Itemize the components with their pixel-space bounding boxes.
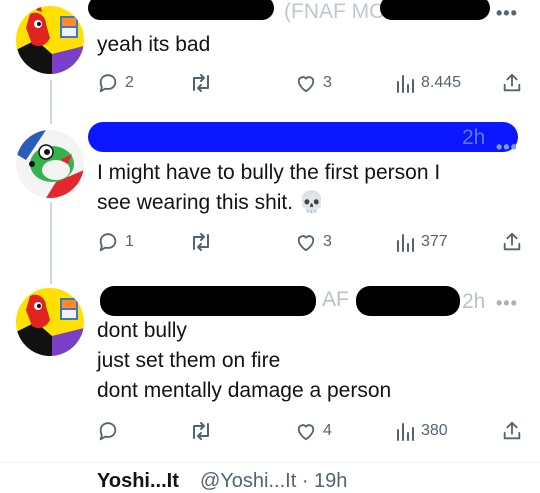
- avatar[interactable]: [16, 6, 84, 74]
- views-button[interactable]: 8.445: [395, 70, 461, 96]
- tweet-time: 2h: [462, 126, 486, 149]
- repost-icon: [193, 422, 209, 440]
- views-count: 8.445: [421, 74, 462, 91]
- next-tweet-handle: @Yoshi...It · 19h: [200, 470, 348, 492]
- views-button[interactable]: 377: [395, 229, 448, 255]
- more-icon[interactable]: •••: [496, 294, 518, 312]
- repost-button[interactable]: [189, 418, 219, 444]
- reply-icon: [99, 74, 117, 93]
- like-count: 3: [323, 233, 332, 250]
- share-icon: [503, 232, 521, 251]
- reply-icon: [99, 233, 117, 252]
- like-button[interactable]: 3: [295, 70, 332, 96]
- avatar[interactable]: [16, 130, 84, 198]
- tweet-header-visible: AF: [322, 288, 349, 311]
- like-button[interactable]: 4: [295, 418, 332, 444]
- views-icon: [397, 75, 414, 93]
- tweet-text: yeah its bad: [97, 30, 210, 60]
- text-line: yeah its bad: [97, 33, 211, 56]
- tweet-text: I might have to bully the first person I…: [97, 158, 440, 218]
- avatar[interactable]: [16, 288, 84, 356]
- like-count: 3: [323, 74, 332, 91]
- views-count: 377: [421, 233, 448, 250]
- share-icon: [503, 421, 521, 440]
- views-icon: [397, 234, 414, 252]
- reply-count: 1: [125, 233, 134, 250]
- next-tweet-name[interactable]: Yoshi...It: [97, 470, 179, 493]
- text-line: dont mentally damage a person: [97, 379, 392, 402]
- avatar-image: [16, 130, 84, 198]
- text-line: see wearing this shit. 💀: [97, 191, 326, 214]
- reply-icon: [99, 422, 117, 441]
- tweet-actions: 2 3 8.445: [97, 70, 527, 96]
- text-line: I might have to bully the first person I: [97, 161, 441, 184]
- views-icon: [397, 423, 414, 441]
- redacted-header: [88, 122, 518, 152]
- share-icon: [503, 73, 521, 92]
- views-count: 380: [421, 422, 448, 439]
- tweet-actions: 1 3 377: [97, 229, 527, 255]
- repost-button[interactable]: [189, 70, 219, 96]
- more-icon[interactable]: •••: [496, 138, 518, 156]
- reply-button[interactable]: 2: [97, 70, 134, 96]
- text-line: dont bully: [97, 319, 187, 342]
- like-icon: [297, 235, 315, 252]
- thread-line: [50, 202, 52, 284]
- redacted-header: [356, 286, 460, 316]
- like-icon: [297, 76, 315, 93]
- avatar-image: [16, 288, 84, 356]
- share-button[interactable]: [501, 229, 523, 255]
- tweet-actions: 4 380: [97, 418, 527, 444]
- more-icon[interactable]: •••: [496, 4, 518, 22]
- redacted-username: [88, 0, 274, 20]
- reply-button[interactable]: 1: [97, 229, 134, 255]
- tweet-text: dont bully just set them on fire dont me…: [97, 316, 391, 406]
- like-count: 4: [323, 422, 332, 439]
- thread-line: [50, 80, 52, 124]
- redacted-header: [380, 0, 490, 20]
- repost-icon: [193, 233, 209, 251]
- reply-count: 2: [125, 74, 134, 91]
- reply-button[interactable]: [97, 418, 125, 444]
- tweet-time: 2h: [462, 290, 486, 313]
- views-button[interactable]: 380: [395, 418, 448, 444]
- share-button[interactable]: [501, 418, 523, 444]
- divider: [0, 462, 540, 463]
- like-icon: [297, 424, 315, 441]
- redacted-username: [100, 286, 316, 316]
- repost-icon: [193, 74, 209, 92]
- text-line: just set them on fire: [97, 349, 281, 372]
- like-button[interactable]: 3: [295, 229, 332, 255]
- share-button[interactable]: [501, 70, 523, 96]
- repost-button[interactable]: [189, 229, 219, 255]
- avatar-image: [16, 6, 84, 74]
